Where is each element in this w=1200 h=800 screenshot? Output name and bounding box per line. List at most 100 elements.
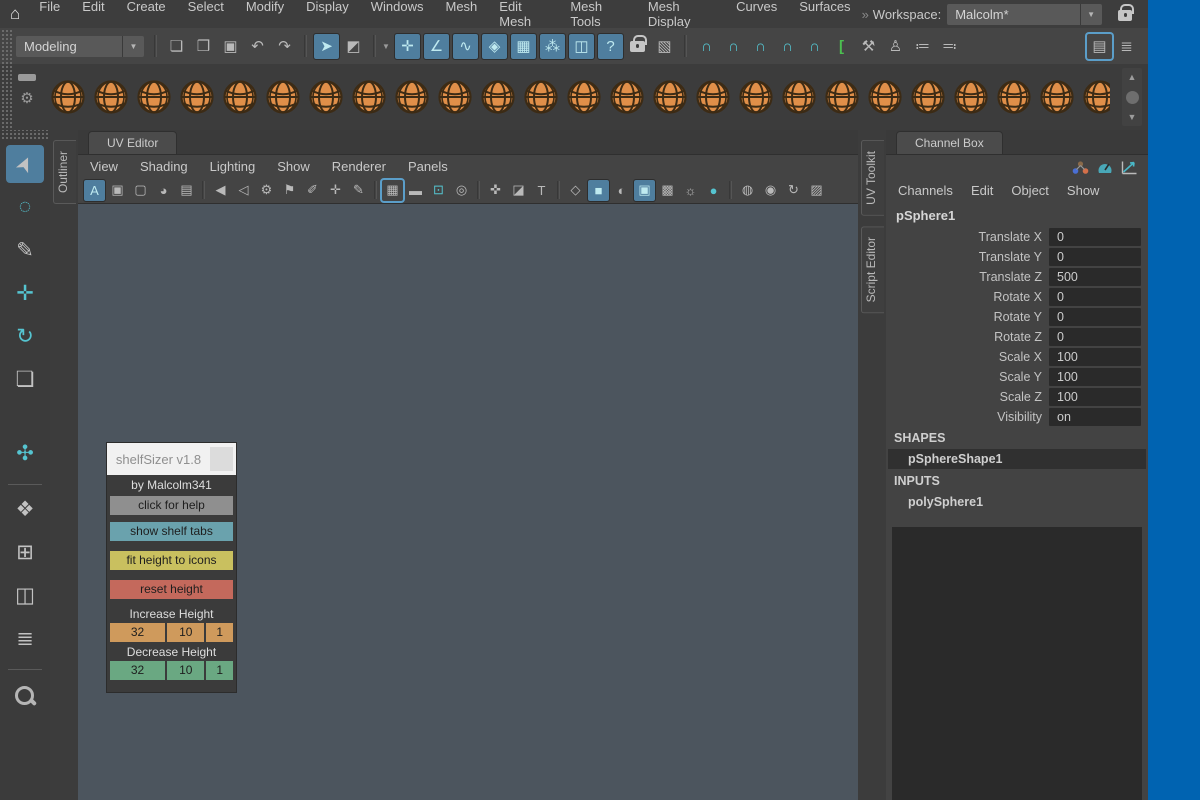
eraser-icon[interactable]: ✐: [302, 180, 323, 201]
menu-set-dropdown[interactable]: Modeling ▼: [16, 36, 144, 57]
shadow-sphere-icon[interactable]: ◍: [737, 180, 758, 201]
attribute-label[interactable]: Translate Z: [886, 270, 1042, 284]
input-node-row[interactable]: polySphere1: [888, 492, 1146, 512]
attribute-value-field[interactable]: 0: [1049, 308, 1141, 326]
select-object-icon[interactable]: ➤: [314, 34, 339, 59]
lock-camera-icon[interactable]: ◁: [233, 180, 254, 201]
attribute-value-field[interactable]: 100: [1049, 348, 1141, 366]
menu-item[interactable]: Modify: [235, 0, 295, 29]
channel-box-menu-item[interactable]: Show: [1067, 183, 1100, 198]
polysphere-shelf-button[interactable]: [265, 79, 301, 115]
node-editor-icon[interactable]: [1072, 160, 1089, 175]
select-component-icon[interactable]: ◩: [341, 34, 366, 59]
dim-image-icon[interactable]: ◎: [451, 180, 472, 201]
new-scene-icon[interactable]: ❏: [164, 34, 189, 59]
gear-icon[interactable]: ⚙: [20, 89, 33, 107]
menu-item[interactable]: Mesh Display: [637, 0, 725, 29]
attribute-value-field[interactable]: 0: [1049, 248, 1141, 266]
attribute-value-field[interactable]: 0: [1049, 228, 1141, 246]
move-tool[interactable]: ✛: [6, 274, 44, 312]
attribute-value-field[interactable]: 500: [1049, 268, 1141, 286]
pencil-icon[interactable]: ✎: [348, 180, 369, 201]
shelfsizer-close-button[interactable]: [210, 447, 233, 471]
polysphere-shelf-button[interactable]: [1082, 79, 1110, 115]
custom-pivot-icon[interactable]: ✣: [6, 434, 44, 472]
soft-select-icon[interactable]: ⁂: [540, 34, 565, 59]
polysphere-shelf-button[interactable]: [781, 79, 817, 115]
polysphere-shelf-button[interactable]: [738, 79, 774, 115]
speed-gauge-icon[interactable]: [1097, 160, 1113, 175]
attribute-value-field[interactable]: 100: [1049, 368, 1141, 386]
decrease-10-button[interactable]: 10: [167, 661, 204, 680]
selected-object-name[interactable]: pSphere1: [886, 203, 1148, 227]
polysphere-shelf-button[interactable]: [179, 79, 215, 115]
uv-menu-item[interactable]: Renderer: [332, 159, 386, 174]
scroll-up-icon[interactable]: ▲: [1128, 72, 1137, 82]
attribute-label[interactable]: Visibility: [886, 410, 1042, 424]
attribute-label[interactable]: Rotate Z: [886, 330, 1042, 344]
menu-item[interactable]: Mesh: [434, 0, 488, 29]
polysphere-shelf-button[interactable]: [609, 79, 645, 115]
camera-icon[interactable]: ◀: [210, 180, 231, 201]
light-icon[interactable]: ☼: [680, 180, 701, 201]
open-scene-icon[interactable]: ❒: [191, 34, 216, 59]
tab-uv-editor[interactable]: UV Editor: [88, 131, 177, 154]
menu-item[interactable]: Mesh Tools: [559, 0, 637, 29]
uv-menu-item[interactable]: Shading: [140, 159, 188, 174]
polysphere-shelf-button[interactable]: [50, 79, 86, 115]
polysphere-shelf-button[interactable]: [394, 79, 430, 115]
redo-icon[interactable]: ↷: [272, 34, 297, 59]
camera-settings-icon[interactable]: ⚙: [256, 180, 277, 201]
attribute-label[interactable]: Translate X: [886, 230, 1042, 244]
uv-shell-icon[interactable]: ▢: [130, 180, 151, 201]
tab-channel-box[interactable]: Channel Box: [896, 131, 1003, 154]
home-icon[interactable]: ⌂: [10, 4, 20, 24]
outliner-layout-icon[interactable]: ≣: [6, 619, 44, 657]
target-weld-icon[interactable]: ∠: [424, 34, 449, 59]
menu-item[interactable]: Edit Mesh: [488, 0, 559, 29]
attribute-label[interactable]: Rotate X: [886, 290, 1042, 304]
attribute-label[interactable]: Rotate Y: [886, 310, 1042, 324]
tab-script-editor[interactable]: Script Editor: [861, 226, 884, 313]
select-tool[interactable]: ➤: [6, 145, 44, 183]
uv-menu-item[interactable]: Panels: [408, 159, 448, 174]
decrease-32-button[interactable]: 32: [110, 661, 165, 680]
attribute-value-field[interactable]: 0: [1049, 288, 1141, 306]
tab-outliner[interactable]: Outliner: [53, 140, 76, 204]
transform-constraint-icon[interactable]: ▦: [511, 34, 536, 59]
uv-pie-icon[interactable]: ◕: [153, 180, 174, 201]
four-pane-layout-icon[interactable]: ⊞: [6, 533, 44, 571]
attribute-label[interactable]: Translate Y: [886, 250, 1042, 264]
snap-to-projected-center-icon[interactable]: ∩: [775, 34, 800, 59]
uv-images-icon[interactable]: ▤: [176, 180, 197, 201]
polysphere-shelf-button[interactable]: [695, 79, 731, 115]
image-plane-icon[interactable]: ▨: [806, 180, 827, 201]
polysphere-shelf-button[interactable]: [308, 79, 344, 115]
teal-blob-icon[interactable]: ●: [703, 180, 724, 201]
uv-menu-item[interactable]: Show: [277, 159, 310, 174]
checker-icon[interactable]: ▩: [657, 180, 678, 201]
uv-distortion-icon[interactable]: A: [84, 180, 105, 201]
menu-item[interactable]: Select: [177, 0, 235, 29]
attribute-value-field[interactable]: on: [1049, 408, 1141, 426]
filmstrip-icon[interactable]: ▬: [405, 180, 426, 201]
scroll-knob[interactable]: [1126, 91, 1139, 104]
dot-in-rect-icon[interactable]: ⊡: [428, 180, 449, 201]
polysphere-shelf-button[interactable]: [910, 79, 946, 115]
attribute-value-field[interactable]: 100: [1049, 388, 1141, 406]
attribute-value-field[interactable]: 0: [1049, 328, 1141, 346]
menu-item[interactable]: Windows: [360, 0, 435, 29]
single-pane-layout-icon[interactable]: ❖: [6, 490, 44, 528]
menu-item[interactable]: Edit: [71, 0, 115, 29]
help-icon[interactable]: ?: [598, 34, 623, 59]
lasso-tool[interactable]: ◌: [6, 188, 44, 226]
reset-height-button[interactable]: reset height: [110, 580, 233, 599]
scroll-down-icon[interactable]: ▼: [1128, 112, 1137, 122]
shape-node-row[interactable]: pSphereShape1: [888, 449, 1146, 469]
save-scene-icon[interactable]: ▣: [218, 34, 243, 59]
symmetry-icon[interactable]: ◈: [482, 34, 507, 59]
character-controls-icon[interactable]: ♙: [883, 34, 908, 59]
menu-item[interactable]: Surfaces: [788, 0, 861, 29]
select-through-icon[interactable]: ▧: [652, 34, 677, 59]
half-shade-icon[interactable]: ◐: [611, 180, 632, 201]
